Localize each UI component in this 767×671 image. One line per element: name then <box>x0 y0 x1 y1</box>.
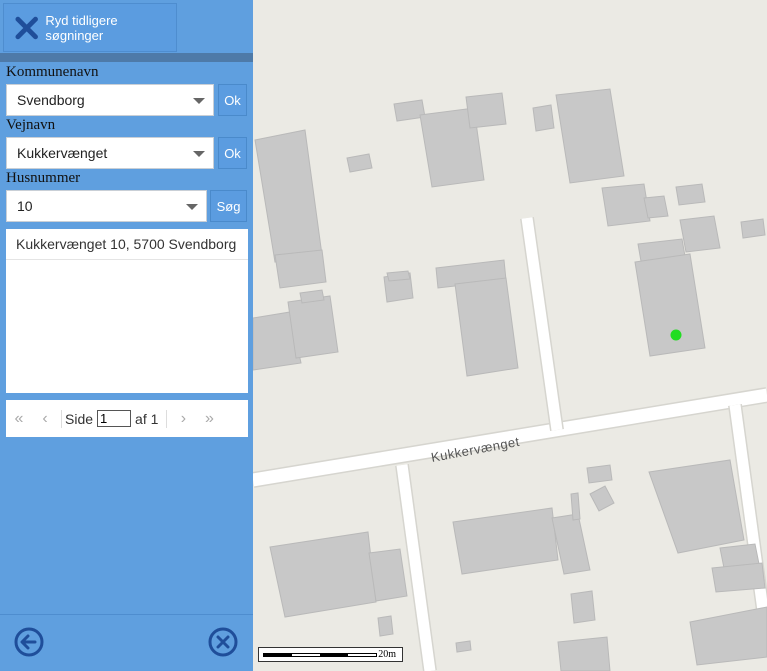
municipality-ok-button[interactable]: Ok <box>218 84 247 116</box>
municipality-select[interactable]: Svendborg <box>6 84 214 116</box>
clear-searches-label: Ryd tidligere søgninger <box>45 12 118 43</box>
close-icon <box>15 16 38 39</box>
chevron-down-icon <box>193 151 205 157</box>
house-number-value: 10 <box>17 198 33 214</box>
pager-divider <box>166 409 168 428</box>
page-input[interactable] <box>97 410 132 427</box>
clear-searches-button[interactable]: Ryd tidligere søgninger <box>3 3 177 52</box>
next-page-icon[interactable]: › <box>170 410 196 428</box>
chevron-down-icon <box>193 98 205 104</box>
chevron-down-icon <box>186 204 198 210</box>
back-arrow-icon[interactable] <box>14 627 44 657</box>
results-list: Kukkervænget 10, 5700 Svendborg <box>6 229 248 393</box>
house-number-select[interactable]: 10 <box>6 190 207 222</box>
pagination: « ‹ Side af 1 › » <box>6 400 248 437</box>
municipality-value: Svendborg <box>17 92 85 108</box>
scale-bar-graphic <box>263 653 377 657</box>
first-page-icon[interactable]: « <box>6 410 32 428</box>
prev-page-icon[interactable]: ‹ <box>32 410 58 428</box>
map-view[interactable]: Kukkervænget <box>253 0 767 671</box>
municipality-label: Kommunenavn <box>6 64 99 80</box>
last-page-icon[interactable]: » <box>196 410 222 428</box>
house-number-label: Husnummer <box>6 170 81 186</box>
list-item[interactable]: Kukkervænget 10, 5700 Svendborg <box>6 229 248 260</box>
pager-divider <box>61 409 62 428</box>
page-label: Side <box>65 410 94 427</box>
footer-divider <box>0 614 253 615</box>
street-select[interactable]: Kukkervænget <box>6 137 214 169</box>
street-value: Kukkervænget <box>17 145 108 161</box>
scale-label: 20m <box>378 649 396 660</box>
close-circle-icon[interactable] <box>208 627 238 657</box>
scale-bar: 20m <box>258 647 403 662</box>
page-count: af 1 <box>135 410 159 427</box>
header-divider <box>0 53 253 62</box>
address-marker[interactable] <box>670 329 682 341</box>
search-sidebar: Ryd tidligere søgninger Kommunenavn Sven… <box>0 0 253 671</box>
map-canvas[interactable]: Kukkervænget <box>253 0 767 671</box>
street-label: Vejnavn <box>6 117 56 133</box>
search-button[interactable]: Søg <box>210 190 247 222</box>
street-ok-button[interactable]: Ok <box>218 137 247 169</box>
